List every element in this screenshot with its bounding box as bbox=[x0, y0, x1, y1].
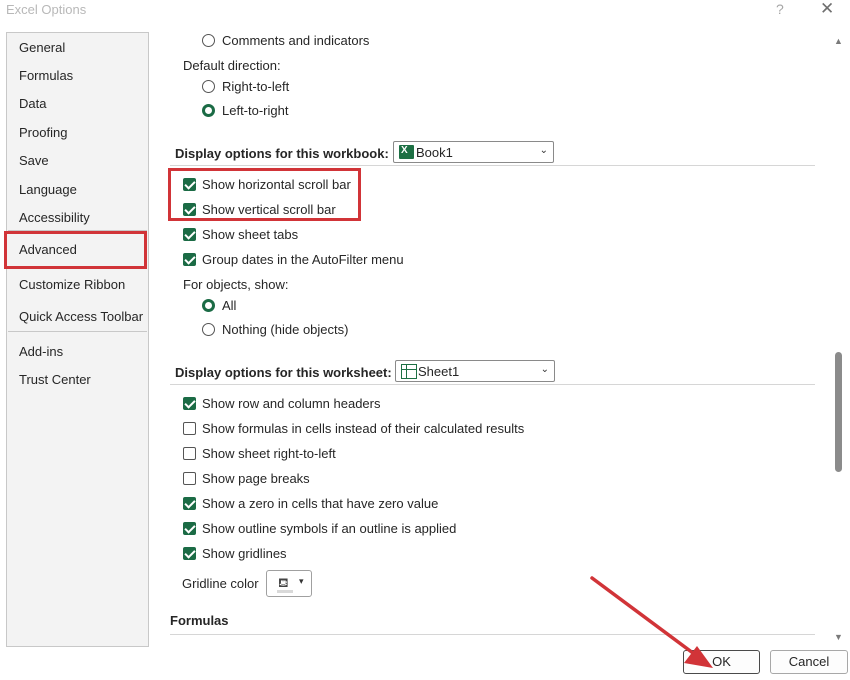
worksheet-section-heading: Display options for this worksheet: bbox=[175, 365, 392, 380]
zero-values-checkbox[interactable]: Show a zero in cells that have zero valu… bbox=[183, 496, 438, 511]
comments-indicators-option[interactable]: Comments and indicators bbox=[202, 33, 369, 48]
row-column-headers-checkbox[interactable]: Show row and column headers bbox=[183, 396, 381, 411]
workbook-select-value: Book1 bbox=[416, 145, 453, 160]
sidebar-item-general[interactable]: General bbox=[19, 40, 65, 55]
checkbox-checked-icon[interactable] bbox=[183, 497, 196, 510]
objects-all-option[interactable]: All bbox=[202, 298, 236, 313]
workbook-section-heading: Display options for this workbook: bbox=[175, 146, 389, 161]
sidebar-item-data[interactable]: Data bbox=[19, 96, 46, 111]
gridline-color-label: Gridline color bbox=[182, 576, 259, 591]
radio-unchecked-icon[interactable] bbox=[202, 34, 215, 47]
radio-unchecked-icon[interactable] bbox=[202, 323, 215, 336]
worksheet-select[interactable]: Sheet1 ⌄ bbox=[395, 360, 555, 382]
color-swatch bbox=[277, 590, 293, 593]
page-breaks-checkbox[interactable]: Show page breaks bbox=[183, 471, 310, 486]
chevron-down-icon: ▾ bbox=[299, 576, 304, 586]
title-bar: Excel Options ? ✕ bbox=[0, 0, 850, 22]
scroll-down-icon[interactable]: ▼ bbox=[834, 632, 843, 642]
sidebar-item-language[interactable]: Language bbox=[19, 182, 77, 197]
checkbox-checked-icon[interactable] bbox=[183, 397, 196, 410]
section-divider bbox=[170, 165, 815, 166]
chevron-down-icon: ⌄ bbox=[539, 145, 548, 156]
gridlines-checkbox[interactable]: Show gridlines bbox=[183, 546, 287, 561]
objects-nothing-option[interactable]: Nothing (hide objects) bbox=[202, 322, 348, 337]
sheet-tabs-checkbox[interactable]: Show sheet tabs bbox=[183, 227, 298, 242]
radio-checked-icon[interactable] bbox=[202, 104, 215, 117]
sidebar-item-proofing[interactable]: Proofing bbox=[19, 125, 67, 140]
window-title: Excel Options bbox=[6, 2, 87, 17]
checkbox-unchecked-icon[interactable] bbox=[183, 472, 196, 485]
sidebar-item-quick-access-toolbar[interactable]: Quick Access Toolbar bbox=[19, 309, 143, 324]
sidebar-item-formulas[interactable]: Formulas bbox=[19, 68, 73, 83]
sidebar-item-customize-ribbon[interactable]: Customize Ribbon bbox=[19, 277, 125, 292]
sidebar-item-add-ins[interactable]: Add-ins bbox=[19, 344, 63, 359]
excel-icon bbox=[399, 145, 414, 159]
left-to-right-option[interactable]: Left-to-right bbox=[202, 103, 288, 118]
checkbox-checked-icon[interactable] bbox=[183, 547, 196, 560]
scroll-up-icon[interactable]: ▲ bbox=[834, 36, 843, 46]
workbook-select[interactable]: Book1 ⌄ bbox=[393, 141, 554, 163]
scroll-bar-highlight-box bbox=[168, 168, 361, 221]
default-direction-label: Default direction: bbox=[183, 58, 281, 73]
sheet-icon bbox=[401, 364, 417, 379]
vertical-scrollbar[interactable]: ▲ ▼ bbox=[830, 32, 846, 647]
advanced-highlight-box bbox=[4, 231, 147, 269]
outline-symbols-checkbox[interactable]: Show outline symbols if an outline is ap… bbox=[183, 521, 456, 536]
right-to-left-option[interactable]: Right-to-left bbox=[202, 79, 289, 94]
sheet-right-to-left-checkbox[interactable]: Show sheet right-to-left bbox=[183, 446, 336, 461]
sidebar-item-trust-center[interactable]: Trust Center bbox=[19, 372, 91, 387]
sidebar-item-save[interactable]: Save bbox=[19, 153, 49, 168]
sidebar-divider bbox=[8, 331, 147, 332]
group-dates-checkbox[interactable]: Group dates in the AutoFilter menu bbox=[183, 252, 404, 267]
radio-unchecked-icon[interactable] bbox=[202, 80, 215, 93]
cancel-button[interactable]: Cancel bbox=[770, 650, 848, 674]
checkbox-checked-icon[interactable] bbox=[183, 253, 196, 266]
close-icon[interactable]: ✕ bbox=[820, 0, 834, 19]
section-divider bbox=[170, 384, 815, 385]
sidebar-item-accessibility[interactable]: Accessibility bbox=[19, 210, 90, 225]
checkbox-checked-icon[interactable] bbox=[183, 522, 196, 535]
ok-button[interactable]: OK bbox=[683, 650, 760, 674]
formulas-section-heading: Formulas bbox=[170, 613, 229, 628]
checkbox-unchecked-icon[interactable] bbox=[183, 447, 196, 460]
section-divider bbox=[170, 634, 815, 635]
worksheet-select-value: Sheet1 bbox=[418, 364, 460, 379]
for-objects-label: For objects, show: bbox=[183, 277, 289, 292]
chevron-down-icon: ⌄ bbox=[540, 364, 549, 375]
sidebar: General Formulas Data Proofing Save Lang… bbox=[6, 32, 149, 647]
scrollbar-thumb[interactable] bbox=[835, 352, 842, 472]
radio-checked-icon[interactable] bbox=[202, 299, 215, 312]
help-icon[interactable]: ? bbox=[776, 1, 784, 17]
formulas-in-cells-checkbox[interactable]: Show formulas in cells instead of their … bbox=[183, 421, 524, 436]
gridline-color-picker[interactable]: ⛾ ▾ bbox=[266, 570, 312, 597]
checkbox-unchecked-icon[interactable] bbox=[183, 422, 196, 435]
checkbox-checked-icon[interactable] bbox=[183, 228, 196, 241]
